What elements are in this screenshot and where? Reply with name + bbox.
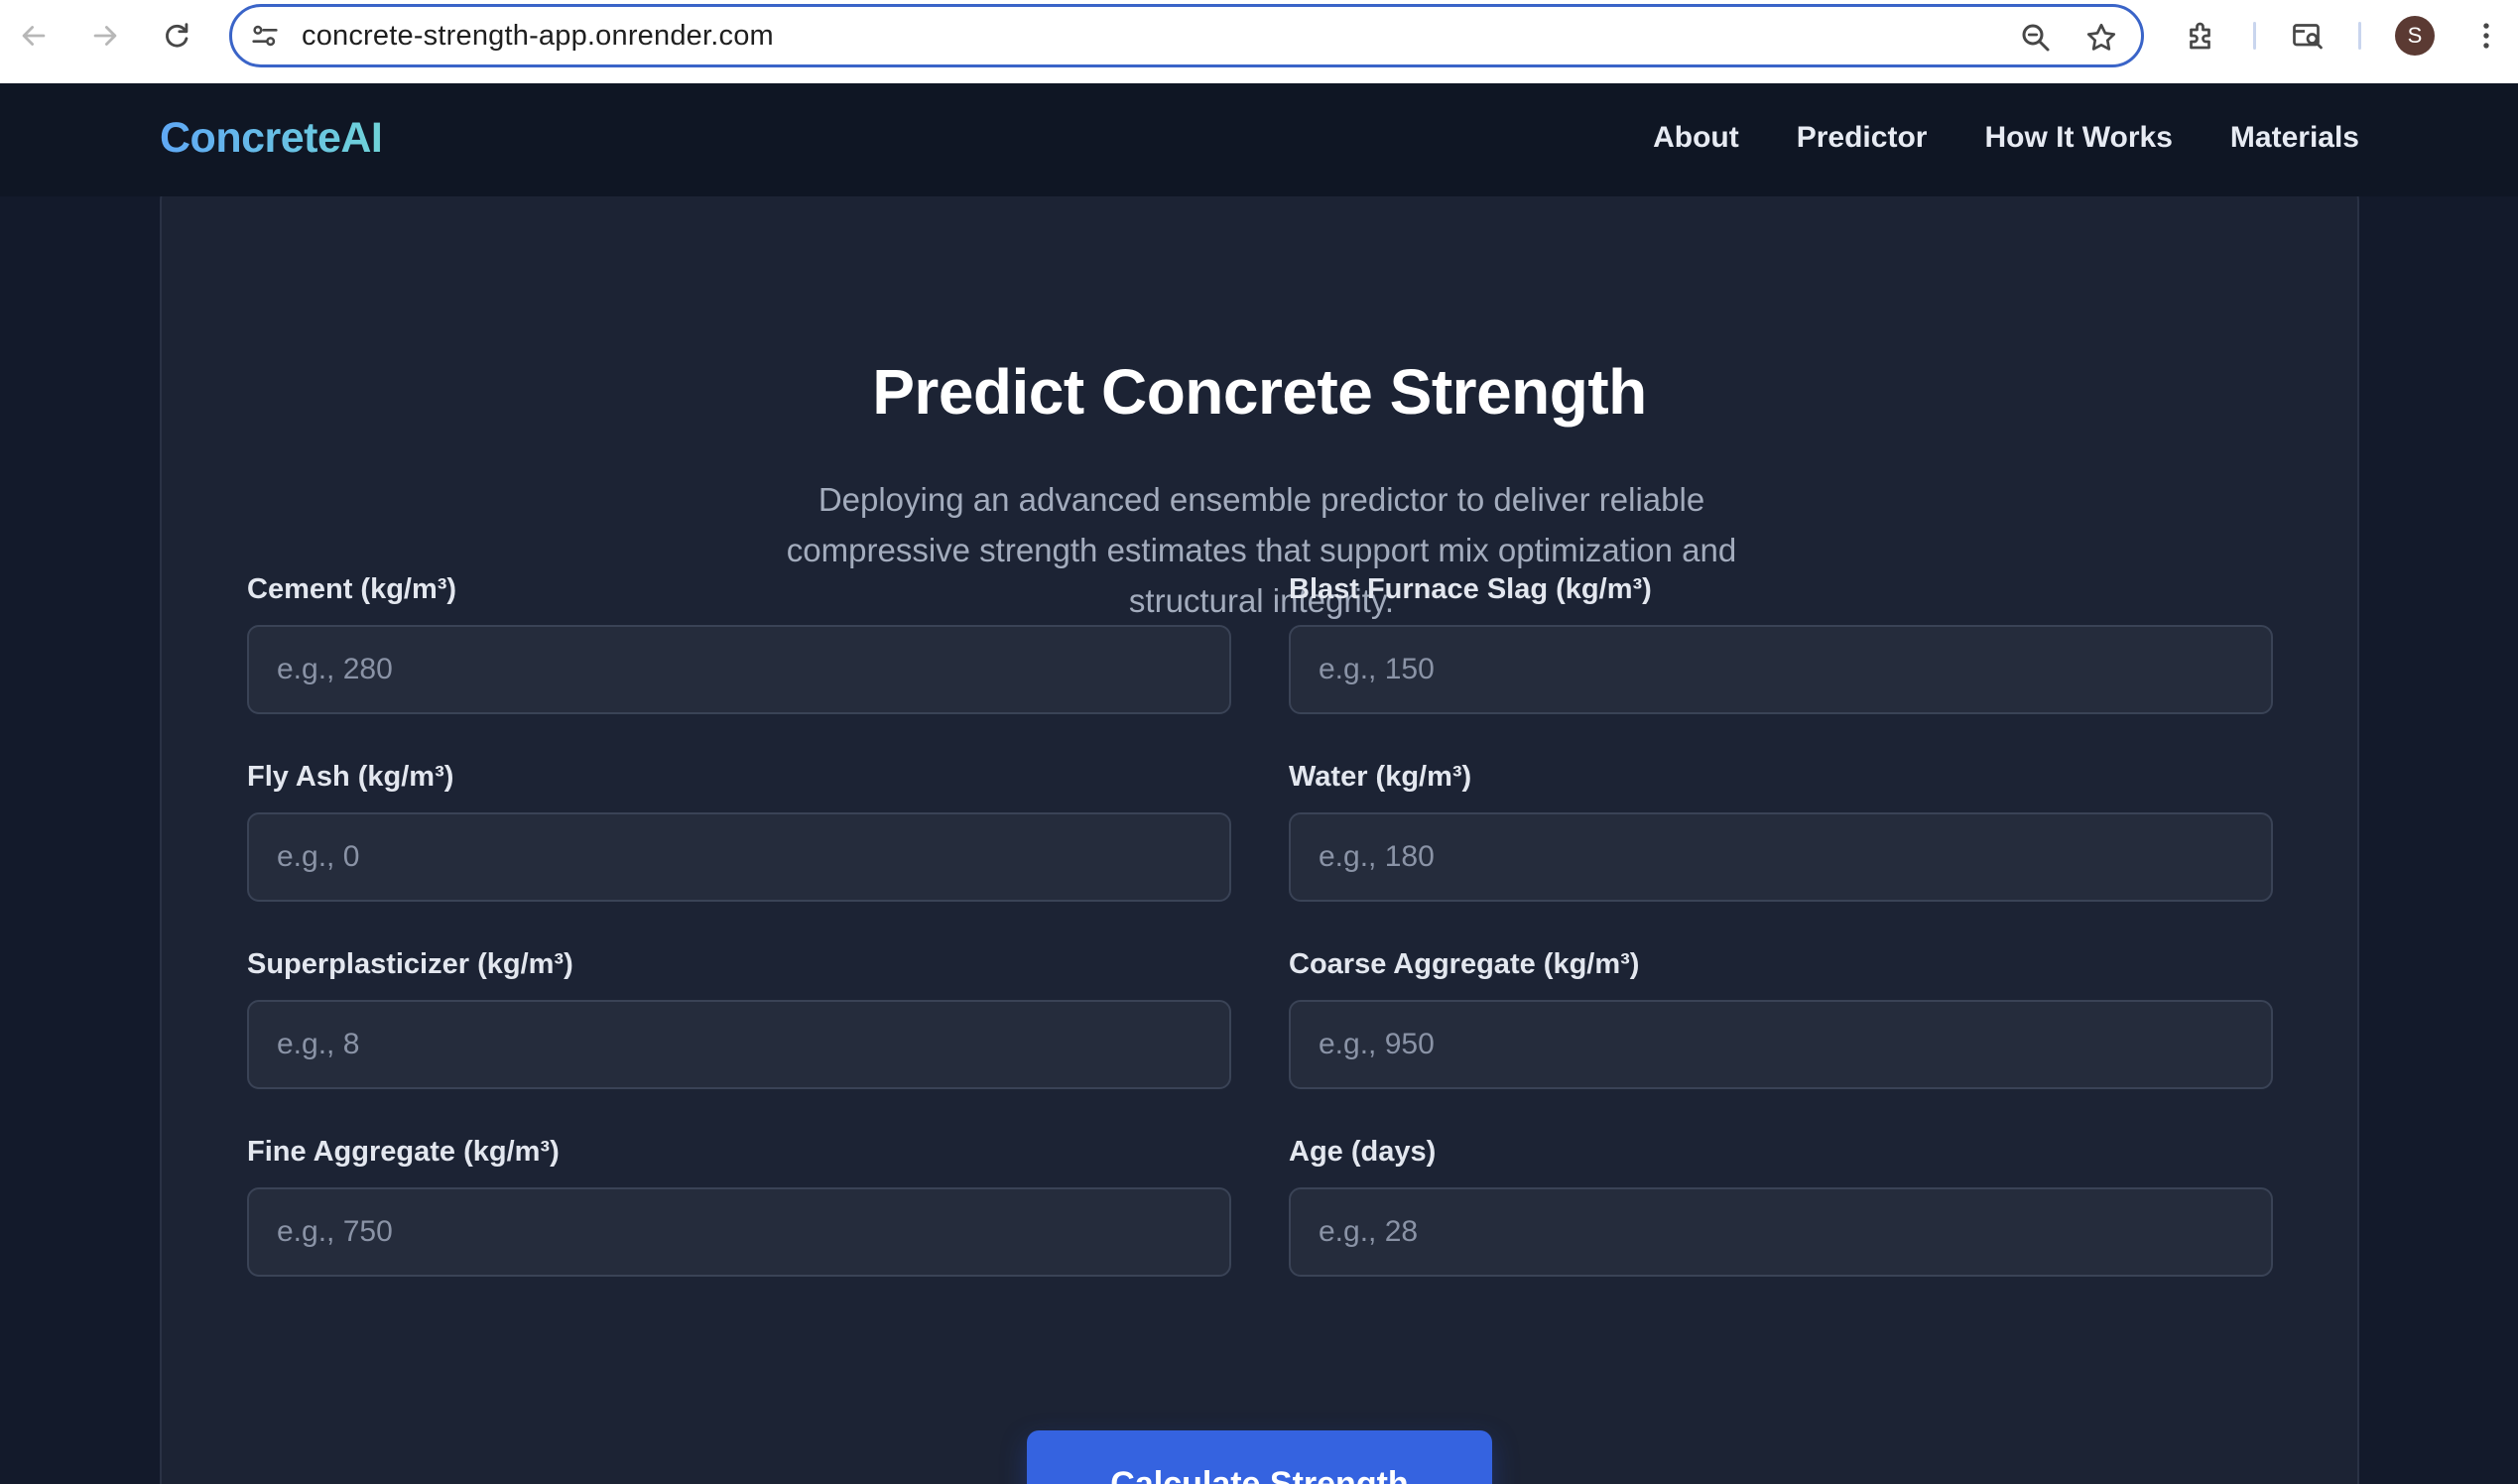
forward-button[interactable]: [85, 16, 125, 56]
age-label: Age (days): [1289, 1136, 1437, 1168]
predictor-card: Predict Concrete Strength Deploying an a…: [160, 179, 2359, 1484]
tab-search-icon: [2293, 24, 2323, 50]
superplasticizer-label: Superplasticizer (kg/m³): [247, 948, 573, 980]
toolbar-divider: [2358, 22, 2361, 50]
coarse-aggregate-label: Coarse Aggregate (kg/m³): [1289, 948, 1640, 980]
toolbar-divider: [2253, 22, 2256, 50]
browser-menu-button[interactable]: [2466, 16, 2506, 56]
slag-label: Blast Furnace Slag (kg/m³): [1289, 573, 1652, 605]
page-body: ConcreteAI About Predictor How It Works …: [0, 83, 2518, 1484]
cement-label: Cement (kg/m³): [247, 573, 457, 605]
tune-icon[interactable]: [248, 19, 282, 53]
url-text[interactable]: concrete-strength-app.onrender.com: [302, 20, 774, 53]
back-button[interactable]: [14, 16, 54, 56]
arrow-left-icon: [22, 26, 46, 46]
calculate-strength-button[interactable]: Calculate Strength: [1027, 1430, 1492, 1484]
browser-toolbar: concrete-strength-app.onrender.com S: [0, 0, 2518, 84]
nav-link-materials[interactable]: Materials: [2230, 121, 2359, 155]
star-icon[interactable]: [2083, 20, 2119, 56]
address-bar[interactable]: concrete-strength-app.onrender.com: [229, 4, 2144, 67]
water-input[interactable]: [1289, 812, 2273, 902]
reload-icon: [166, 23, 189, 48]
kebab-menu-icon: [2483, 23, 2489, 49]
coarse-aggregate-input[interactable]: [1289, 1000, 2273, 1089]
cement-input[interactable]: [247, 625, 1231, 714]
fine-aggregate-label: Fine Aggregate (kg/m³): [247, 1136, 560, 1168]
zoom-icon[interactable]: [2018, 20, 2054, 56]
main-nav: About Predictor How It Works Materials: [1653, 121, 2359, 155]
site-header: ConcreteAI About Predictor How It Works …: [0, 83, 2518, 196]
tab-search-button[interactable]: [2288, 16, 2328, 56]
reload-button[interactable]: [157, 16, 196, 56]
fly-ash-label: Fly Ash (kg/m³): [247, 761, 454, 793]
nav-link-how-it-works[interactable]: How It Works: [1984, 121, 2172, 155]
puzzle-icon: [2190, 22, 2210, 50]
nav-link-predictor[interactable]: Predictor: [1797, 121, 1928, 155]
fly-ash-input[interactable]: [247, 812, 1231, 902]
arrow-right-icon: [93, 26, 117, 46]
age-input[interactable]: [1289, 1187, 2273, 1277]
brand-logo[interactable]: ConcreteAI: [160, 114, 383, 163]
nav-link-about[interactable]: About: [1653, 121, 1739, 155]
profile-avatar[interactable]: S: [2395, 16, 2435, 56]
water-label: Water (kg/m³): [1289, 761, 1472, 793]
slag-input[interactable]: [1289, 625, 2273, 714]
extensions-button[interactable]: [2182, 16, 2221, 56]
superplasticizer-input[interactable]: [247, 1000, 1231, 1089]
fine-aggregate-input[interactable]: [247, 1187, 1231, 1277]
page-title: Predict Concrete Strength: [872, 356, 1647, 428]
